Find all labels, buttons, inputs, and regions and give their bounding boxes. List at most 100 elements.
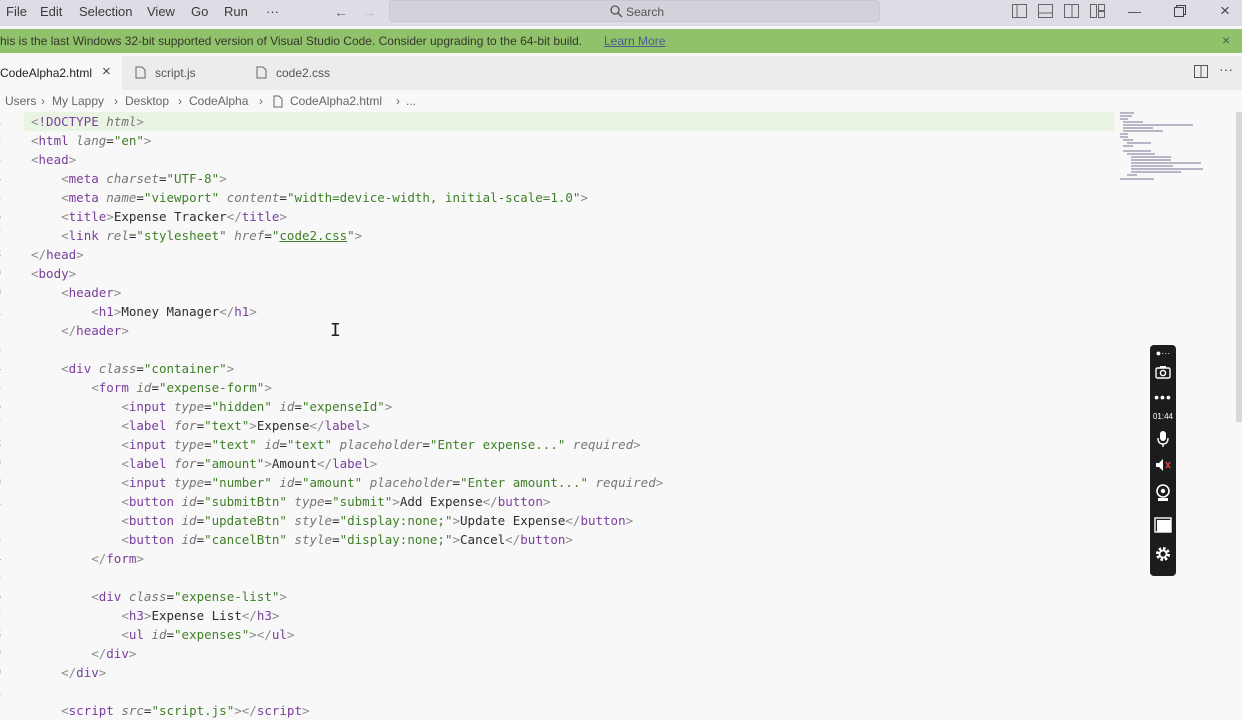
code-token: ul xyxy=(128,627,144,642)
code-line[interactable]: <label for="amount">Amount</label> xyxy=(31,454,377,473)
menu-run[interactable]: Run xyxy=(224,4,248,19)
code-token: form xyxy=(98,380,129,395)
more-menu-icon[interactable]: ··· xyxy=(266,4,279,19)
code-line[interactable]: <h1>Money Manager</h1> xyxy=(31,302,257,321)
menu-go[interactable]: Go xyxy=(191,4,208,19)
code-token: "amount" xyxy=(301,475,363,490)
code-line[interactable]: </form> xyxy=(31,549,144,568)
restore-icon[interactable] xyxy=(1174,5,1186,17)
code-line[interactable]: <ul id="expenses"></ul> xyxy=(31,625,294,644)
speaker-icon[interactable] xyxy=(1155,458,1172,472)
tab-codealpha2-html[interactable]: CodeAlpha2.html × xyxy=(0,56,122,90)
title-bar: File Edit Selection View Go Run ··· ← → … xyxy=(0,0,1242,26)
menu-selection[interactable]: Selection xyxy=(79,4,132,19)
code-token: style xyxy=(286,513,333,528)
code-token: input xyxy=(128,475,167,490)
close-tab-icon[interactable]: × xyxy=(102,63,111,80)
code-line[interactable]: <body> xyxy=(31,264,76,283)
code-token: "updateBtn" xyxy=(204,513,287,528)
code-line[interactable]: <link rel="stylesheet" href="code2.css"> xyxy=(31,226,362,245)
webcam-icon[interactable] xyxy=(1155,484,1171,502)
code-line[interactable]: <meta charset="UTF-8"> xyxy=(31,169,227,188)
settings-gear-icon[interactable] xyxy=(1154,545,1172,563)
close-window-icon[interactable]: × xyxy=(1220,1,1230,21)
menu-view[interactable]: View xyxy=(147,4,175,19)
forward-arrow-icon[interactable]: → xyxy=(362,4,376,20)
toggle-primary-sidebar-icon[interactable] xyxy=(1012,4,1027,18)
code-token: < xyxy=(121,456,129,471)
code-line[interactable]: <head> xyxy=(31,150,76,169)
code-token: id xyxy=(271,399,295,414)
toggle-panel-icon[interactable] xyxy=(1038,4,1053,18)
tab-script-js[interactable]: script.js xyxy=(122,56,242,90)
code-line[interactable]: <button id="submitBtn" type="submit">Add… xyxy=(31,492,550,511)
command-center-search[interactable]: Search xyxy=(389,0,880,22)
code-editor[interactable]: 12345678901234567890123456789012 <!DOCTY… xyxy=(0,112,1242,720)
tab-code2-css[interactable]: code2.css xyxy=(242,56,362,90)
code-line[interactable]: </div> xyxy=(31,644,136,663)
code-token: = xyxy=(136,361,144,376)
breadcrumb-item[interactable]: Users xyxy=(5,94,36,108)
code-line[interactable]: <title>Expense Tracker</title> xyxy=(31,207,287,226)
code-line[interactable]: <form id="expense-form"> xyxy=(31,378,272,397)
screen-region-icon[interactable] xyxy=(1154,517,1172,533)
more-actions-icon[interactable]: ··· xyxy=(1219,61,1233,77)
code-line[interactable]: <header> xyxy=(31,283,121,302)
code-token: for xyxy=(166,456,197,471)
split-editor-icon[interactable] xyxy=(1194,65,1208,78)
code-line[interactable]: </head> xyxy=(31,245,84,264)
code-token: "script.js" xyxy=(151,703,235,718)
line-number: 9 xyxy=(0,456,1,470)
code-token: label xyxy=(128,456,167,471)
breadcrumb-item[interactable]: CodeAlpha xyxy=(189,94,248,108)
code-line[interactable]: <input type="text" id="text" placeholder… xyxy=(31,435,640,454)
minimap[interactable] xyxy=(1118,112,1218,182)
line-number: 2 xyxy=(0,133,1,147)
code-token: Expense xyxy=(256,418,310,433)
breadcrumb-item[interactable]: CodeAlpha2.html xyxy=(290,94,382,108)
code-token: > xyxy=(542,494,551,509)
code-line[interactable]: <button id="cancelBtn" style="display:no… xyxy=(31,530,573,549)
code-line[interactable]: <label for="text">Expense</label> xyxy=(31,416,369,435)
close-notice-icon[interactable]: × xyxy=(1222,32,1230,48)
learn-more-link[interactable]: Learn More xyxy=(604,34,665,48)
code-line[interactable]: <div class="container"> xyxy=(31,359,234,378)
code-line[interactable]: <!DOCTYPE html> xyxy=(31,112,144,131)
code-token: < xyxy=(121,437,129,452)
breadcrumb-item[interactable]: My Lappy xyxy=(52,94,104,108)
microphone-icon[interactable] xyxy=(1157,430,1169,448)
toggle-secondary-sidebar-icon[interactable] xyxy=(1064,4,1079,18)
code-line[interactable]: <meta name="viewport" content="width=dev… xyxy=(31,188,588,207)
code-line[interactable]: <input type="hidden" id="expenseId"> xyxy=(31,397,392,416)
more-options-icon[interactable]: ••• xyxy=(1150,389,1176,405)
line-number: 5 xyxy=(0,380,1,394)
code-line[interactable]: </div> xyxy=(31,663,106,682)
camera-icon[interactable] xyxy=(1155,365,1171,379)
code-token: "submit" xyxy=(332,494,393,509)
breadcrumb-item[interactable]: Desktop xyxy=(125,94,169,108)
code-line[interactable]: <button id="updateBtn" style="display:no… xyxy=(31,511,633,530)
code-line[interactable]: <html lang="en"> xyxy=(31,131,151,150)
code-token: > xyxy=(128,646,137,661)
breadcrumb-item[interactable]: ... xyxy=(406,94,416,108)
minimize-icon[interactable]: — xyxy=(1128,4,1141,19)
code-line[interactable]: <script src="script.js"></script> xyxy=(31,701,309,720)
line-number: 1 xyxy=(0,304,1,318)
code-token: label xyxy=(324,418,363,433)
line-number: 9 xyxy=(0,266,1,280)
menu-file[interactable]: File xyxy=(6,4,27,19)
code-line[interactable]: <h3>Expense List</h3> xyxy=(31,606,279,625)
line-number: 7 xyxy=(0,608,1,622)
code-token: "hidden" xyxy=(211,399,272,414)
vertical-scrollbar[interactable] xyxy=(1236,112,1242,422)
code-line[interactable]: <input type="number" id="amount" placeho… xyxy=(31,473,663,492)
customize-layout-icon[interactable] xyxy=(1090,4,1105,18)
menu-edit[interactable]: Edit xyxy=(40,4,62,19)
back-arrow-icon[interactable]: ← xyxy=(334,4,348,20)
code-line[interactable]: <div class="expense-list"> xyxy=(31,587,287,606)
code-line[interactable]: </header> xyxy=(31,321,129,340)
recorder-menu-icon[interactable]: ●··· xyxy=(1150,348,1176,358)
code-token: for xyxy=(166,418,197,433)
